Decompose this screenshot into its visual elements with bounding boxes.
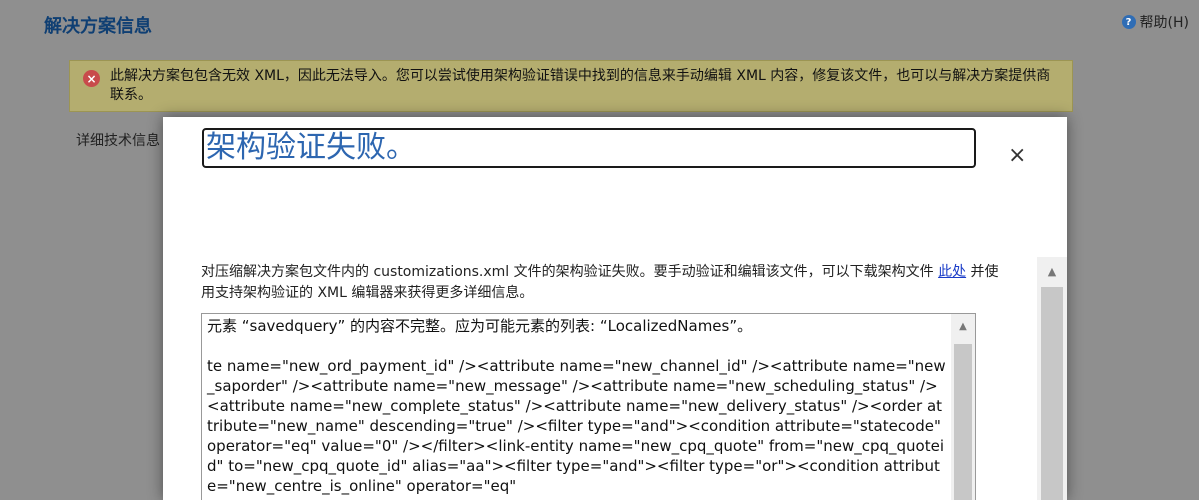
help-icon: ?: [1121, 15, 1136, 29]
schema-download-link[interactable]: 此处: [938, 264, 966, 280]
details-label: 详细技术信息: [76, 133, 160, 149]
dialog-description: 对压缩解决方案包文件内的 customizations.xml 文件的架构验证失…: [201, 262, 1006, 304]
page-title: 解决方案信息: [44, 16, 152, 37]
error-details-textarea[interactable]: 元素 “savedquery” 的内容不完整。应为可能元素的列表: “Local…: [201, 313, 976, 500]
schema-validation-dialog: 架构验证失败。 × 对压缩解决方案包文件内的 customizations.xm…: [163, 117, 1067, 500]
close-icon[interactable]: ×: [1008, 143, 1026, 168]
error-x-icon: ×: [83, 70, 100, 87]
help-label: 帮助(H): [1139, 15, 1189, 31]
error-message: 此解决方案包包含无效 XML，因此无法导入。您可以尝试使用架构验证错误中找到的信…: [110, 68, 1051, 103]
dialog-scroll-thumb[interactable]: [1041, 287, 1063, 500]
dialog-scrollbar[interactable]: ▲: [1037, 257, 1067, 500]
error-banner: × 此解决方案包包含无效 XML，因此无法导入。您可以尝试使用架构验证错误中找到…: [69, 60, 1073, 112]
textarea-scroll-thumb[interactable]: [954, 344, 972, 500]
scroll-up-arrow-icon[interactable]: ▲: [951, 314, 975, 338]
help-link[interactable]: ? 帮助(H): [1121, 12, 1189, 32]
dialog-title: 架构验证失败。: [202, 128, 976, 168]
scroll-up-arrow-icon[interactable]: ▲: [1037, 257, 1067, 285]
textarea-scrollbar[interactable]: ▲: [951, 314, 975, 500]
description-text-before: 对压缩解决方案包文件内的 customizations.xml 文件的架构验证失…: [201, 264, 939, 280]
error-details-text: 元素 “savedquery” 的内容不完整。应为可能元素的列表: “Local…: [207, 317, 946, 495]
